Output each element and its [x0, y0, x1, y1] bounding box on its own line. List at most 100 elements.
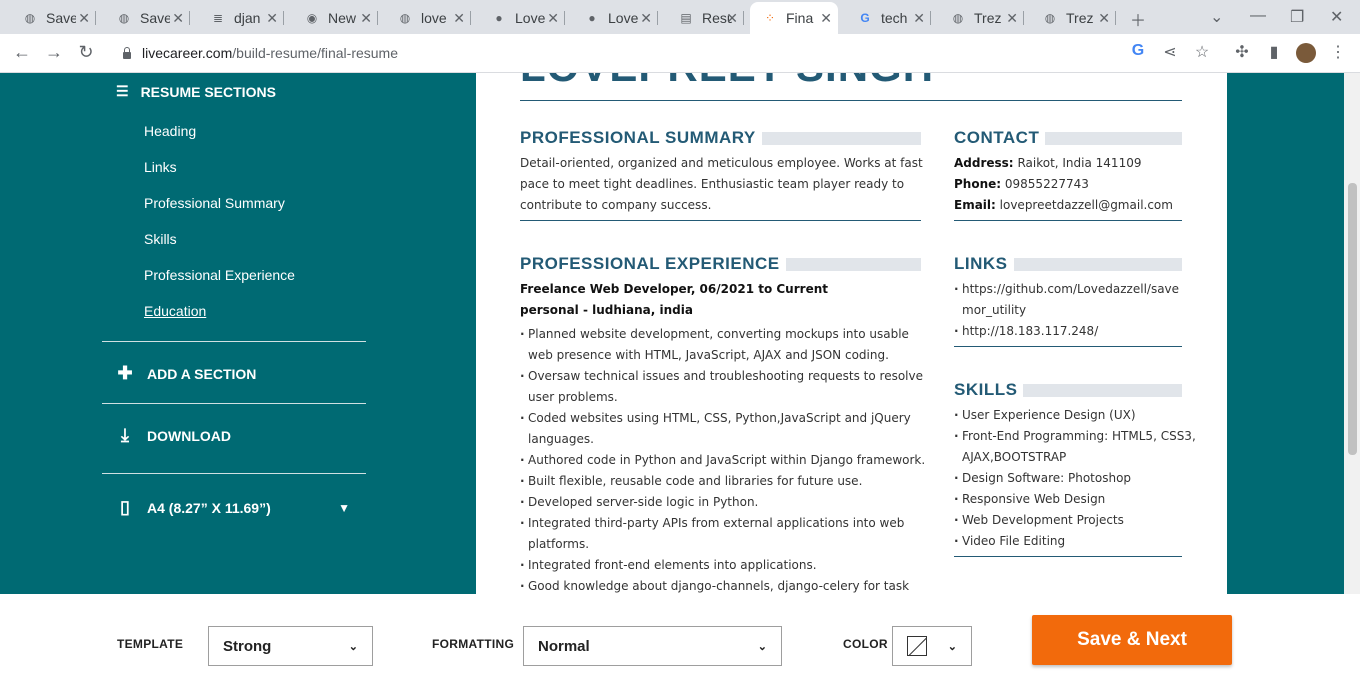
- skill-item-line: Front-End Programming: HTML5, CSS3,: [962, 429, 1196, 443]
- summary-line: pace to meet tight deadlines. Enthusiast…: [520, 177, 905, 191]
- url-field[interactable]: livecareer.com/build-resume/final-resume: [110, 38, 1220, 68]
- sidebar-item-education[interactable]: Education: [144, 303, 206, 319]
- browser-tab[interactable]: ⁘ Fina ✕: [750, 2, 838, 34]
- new-tab-icon[interactable]: ＋: [1130, 7, 1146, 31]
- restore-icon[interactable]: ❐: [1290, 7, 1304, 27]
- summary-line: Detail-oriented, organized and meticulou…: [520, 156, 923, 170]
- color-swatch: [907, 636, 927, 656]
- skill-item: User Experience Design (UX): [954, 405, 1136, 426]
- sidebar-item-professional-experience[interactable]: Professional Experience: [144, 267, 295, 283]
- share-icon[interactable]: ⋖: [1160, 42, 1180, 62]
- browser-tab[interactable]: ≣ djan ✕: [198, 4, 284, 32]
- browser-tab[interactable]: ● Love ✕: [572, 4, 658, 32]
- forward-icon[interactable]: →: [42, 42, 66, 63]
- skill-item: Web Development Projects: [954, 510, 1124, 531]
- close-icon[interactable]: ✕: [360, 10, 372, 27]
- browser-tab[interactable]: ◍ love ✕: [385, 4, 471, 32]
- close-icon[interactable]: ✕: [547, 10, 559, 27]
- globe-icon: ◍: [1044, 11, 1056, 25]
- browser-tab[interactable]: Gtech ✕: [845, 4, 931, 32]
- tab-search-icon[interactable]: ⌄: [1210, 7, 1223, 27]
- experience-bullet-line: Integrated third-party APIs from externa…: [528, 516, 905, 530]
- skill-item-line: AJAX,BOOTSTRAP: [962, 450, 1067, 464]
- job-company: personal - ludhiana, india: [520, 303, 693, 317]
- chevron-down-icon: ⌄: [947, 640, 957, 653]
- page-scrollbar[interactable]: [1344, 73, 1360, 594]
- menu-kebab-icon[interactable]: ⋮: [1328, 42, 1348, 62]
- browser-tab[interactable]: ◍ Trez ✕: [1030, 4, 1116, 32]
- template-select[interactable]: Strong ⌄: [208, 626, 373, 666]
- paper-size-dropdown[interactable]: ▯ A4 (8.27” X 11.69”) ▼: [116, 497, 366, 518]
- close-icon[interactable]: ✕: [640, 10, 652, 27]
- download-button[interactable]: ⤓ DOWNLOAD: [116, 425, 231, 446]
- color-label: COLOR: [843, 637, 888, 651]
- experience-bullet-line: web presence with HTML, JavaScript, AJAX…: [528, 348, 889, 362]
- save-next-button[interactable]: Save & Next: [1032, 615, 1232, 665]
- livecareer-icon: ⁘: [764, 11, 776, 25]
- back-icon[interactable]: ←: [10, 42, 34, 63]
- sidebar-item-links[interactable]: Links: [144, 159, 177, 175]
- reload-icon[interactable]: ↻: [74, 42, 98, 63]
- url-path: /build-resume/final-resume: [232, 45, 398, 61]
- experience-bullet-line: platforms.: [528, 537, 590, 551]
- plus-icon: ✚: [117, 363, 133, 383]
- experience-bullet: Integrated third-party APIs from externa…: [520, 513, 904, 555]
- sidebar-item-skills[interactable]: Skills: [144, 231, 177, 247]
- close-icon[interactable]: ✕: [1006, 10, 1018, 27]
- experience-bullet-line: Oversaw technical issues and troubleshoo…: [528, 369, 923, 383]
- google-icon[interactable]: G: [1128, 42, 1148, 60]
- close-window-icon[interactable]: ✕: [1330, 7, 1343, 27]
- formatting-select[interactable]: Normal ⌄: [523, 626, 782, 666]
- heading-bar: [785, 257, 921, 271]
- tab-label: Fina: [786, 10, 814, 26]
- link-item: http://18.183.117.248/: [954, 321, 1098, 342]
- minimize-icon[interactable]: —: [1250, 7, 1266, 25]
- globe-icon: ◍: [952, 11, 964, 25]
- tab-label: love: [421, 10, 447, 26]
- skill-item-line: Responsive Web Design: [962, 492, 1106, 506]
- browser-tab[interactable]: ◍ Trez ✕: [938, 4, 1024, 32]
- close-icon[interactable]: ✕: [172, 10, 184, 27]
- resume-preview: LOVEPREET SINGH PROFESSIONAL SUMMARY Det…: [476, 73, 1227, 594]
- profile-avatar[interactable]: [1296, 43, 1316, 63]
- close-icon[interactable]: ✕: [266, 10, 278, 27]
- side-panel-icon[interactable]: ▮: [1264, 42, 1284, 62]
- browser-tab[interactable]: ◍ Save ✕: [104, 4, 190, 32]
- experience-bullet: Coded websites using HTML, CSS, Python,J…: [520, 408, 911, 450]
- scrollbar-thumb[interactable]: [1348, 183, 1357, 455]
- heading-bar: [1013, 257, 1182, 271]
- browser-tab[interactable]: ◉ New ✕: [292, 4, 378, 32]
- sidebar-item-heading[interactable]: Heading: [144, 123, 196, 139]
- extensions-icon[interactable]: ✣: [1232, 42, 1252, 62]
- skill-item-line: Design Software: Photoshop: [962, 471, 1132, 485]
- tab-label: Save: [140, 10, 170, 26]
- experience-bullet: Oversaw technical issues and troubleshoo…: [520, 366, 923, 408]
- experience-bullet: Authored code in Python and JavaScript w…: [520, 450, 925, 471]
- browser-tab[interactable]: ● Love ✕: [479, 4, 565, 32]
- close-icon[interactable]: ✕: [1098, 10, 1110, 27]
- list-icon: ☰: [116, 83, 129, 99]
- close-icon[interactable]: ✕: [913, 10, 925, 27]
- skill-item: Front-End Programming: HTML5, CSS3, AJAX,…: [954, 426, 1196, 468]
- address-value: Raikot, India 141109: [1017, 156, 1142, 170]
- resume-sections-label: RESUME SECTIONS: [140, 83, 276, 100]
- close-icon[interactable]: ✕: [78, 10, 90, 27]
- browser-tab[interactable]: ▤ Resu ✕: [666, 4, 744, 32]
- add-section-button[interactable]: ✚ ADD A SECTION: [116, 363, 256, 384]
- divider: [102, 473, 366, 474]
- close-icon[interactable]: ✕: [453, 10, 465, 27]
- formatting-label: FORMATTING: [432, 637, 515, 651]
- color-select[interactable]: ⌄: [892, 626, 972, 666]
- close-icon[interactable]: ✕: [820, 10, 832, 27]
- doc-icon: ▤: [680, 11, 692, 25]
- experience-title: PROFESSIONAL EXPERIENCE: [520, 254, 780, 273]
- contact-email: Email: lovepreetdazzell@gmail.com: [954, 195, 1173, 216]
- bookmark-star-icon[interactable]: ☆: [1192, 42, 1212, 62]
- experience-bullet: Good knowledge about django-channels, dj…: [520, 576, 909, 594]
- sidebar-item-professional-summary[interactable]: Professional Summary: [144, 195, 285, 211]
- tab-label: Trez: [974, 10, 1002, 26]
- browser-tab[interactable]: ◍ Save ✕: [10, 4, 96, 32]
- summary-title: PROFESSIONAL SUMMARY: [520, 128, 756, 147]
- divider: [954, 556, 1182, 557]
- close-icon[interactable]: ✕: [726, 10, 738, 27]
